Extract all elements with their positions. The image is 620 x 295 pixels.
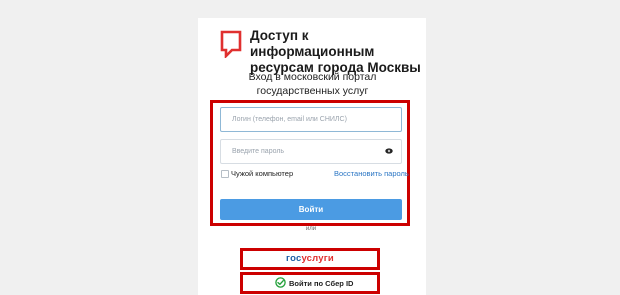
gosuslugi-logo-part1: гос [286,253,302,264]
login-input[interactable]: Логин (телефон, email или СНИЛС) [220,107,402,132]
foreign-computer-checkbox[interactable] [221,170,229,178]
login-button[interactable]: Войти [220,199,402,220]
page-title-line1: Доступ к информационным [250,28,375,59]
foreign-computer-label: Чужой компьютер [231,169,294,178]
subtitle-line2: государственных услуг [256,85,369,97]
mos-ru-logo-icon [220,30,242,58]
restore-password-link[interactable]: Восстановить пароль [334,169,409,178]
page-title: Доступ к информационным ресурсам города … [250,28,430,76]
portal-subtitle: Вход в московский портал государственных… [220,70,405,98]
subtitle-line1: Вход в московский портал [248,71,377,83]
password-input[interactable]: Введите пароль [220,139,402,164]
eye-icon[interactable] [385,148,393,154]
sber-check-icon [275,277,286,288]
gosuslugi-login-button[interactable]: госуслуги [240,248,380,270]
gosuslugi-logo-part2: услуги [301,253,334,264]
sber-id-label: Войти по Сбер ID [289,279,354,288]
header: Доступ к информационным ресурсам города … [220,28,421,75]
or-divider: или [305,226,317,232]
